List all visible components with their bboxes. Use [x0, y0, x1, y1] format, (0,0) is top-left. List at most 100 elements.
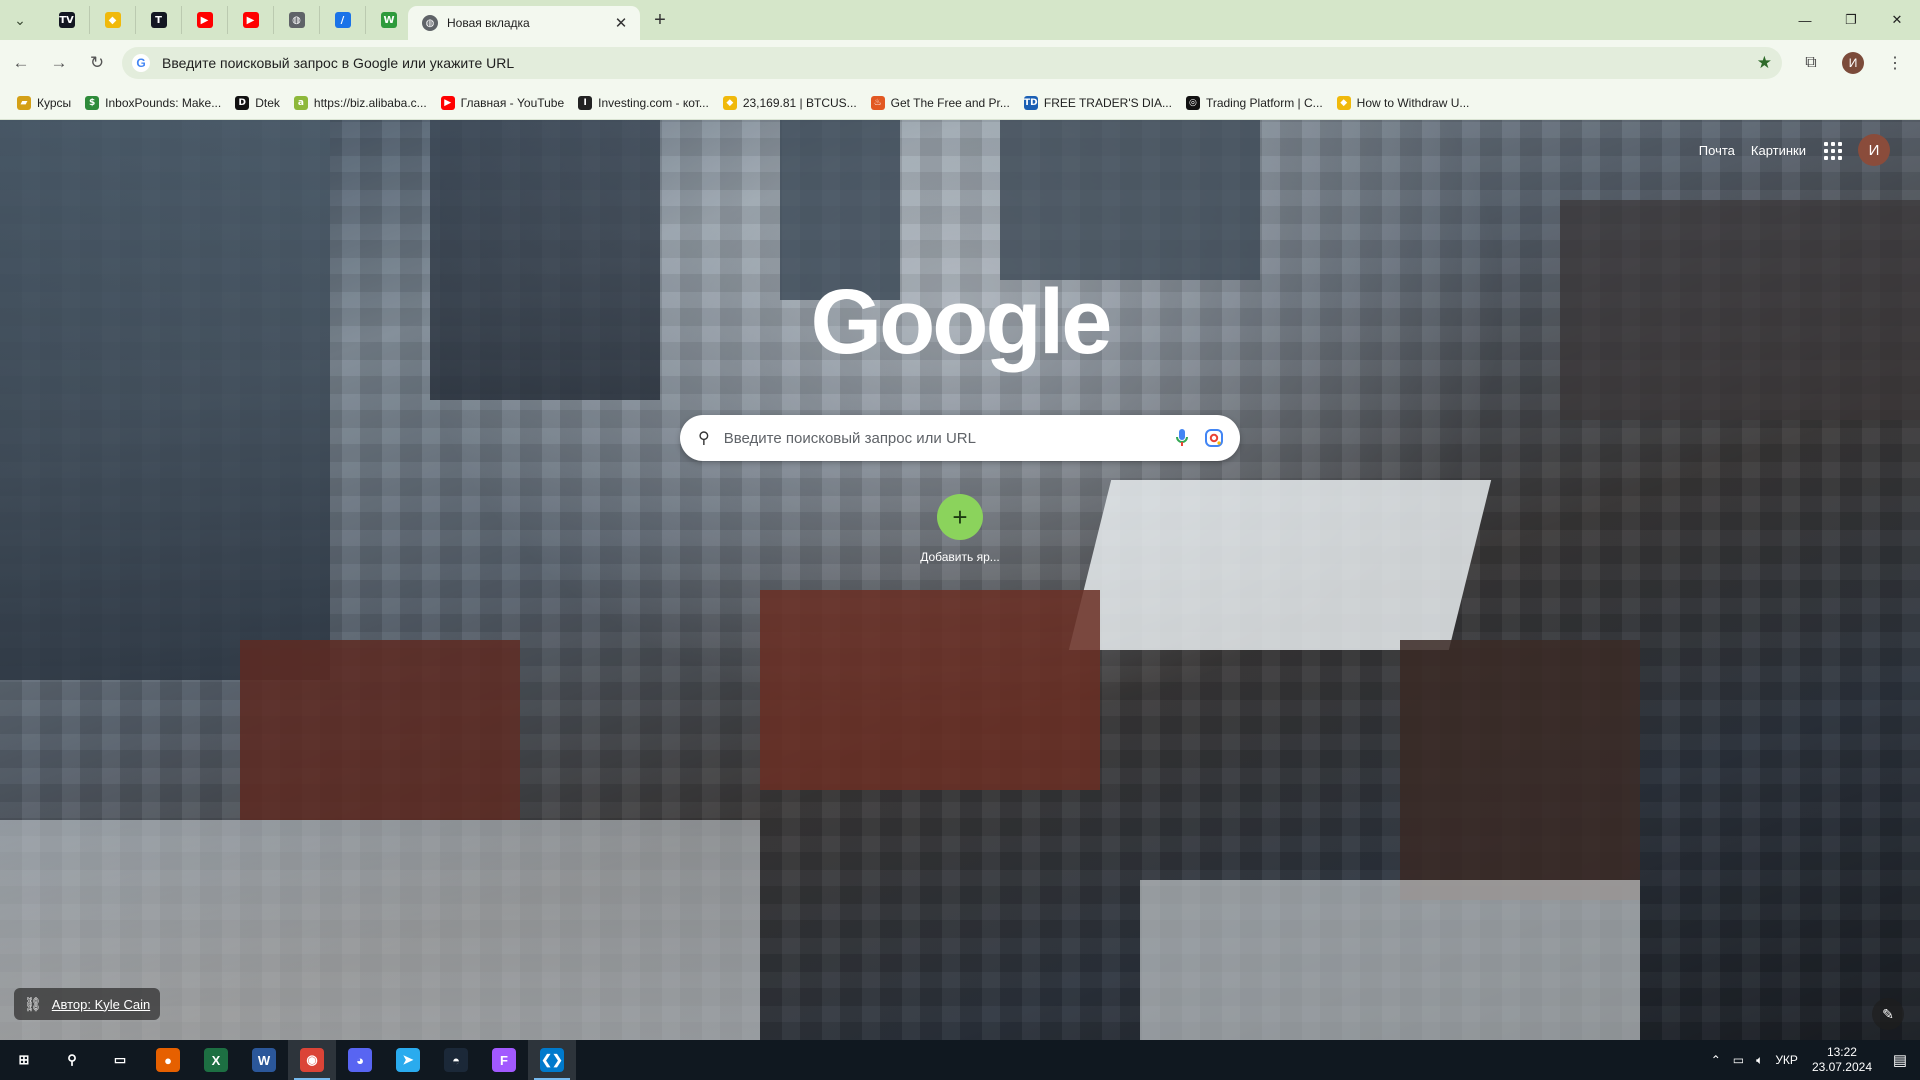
address-bar-text: Введите поисковый запрос в Google или ук…: [162, 55, 515, 71]
extensions-button[interactable]: ⧉: [1794, 46, 1828, 80]
volume-icon[interactable]: 🔈︎: [1750, 1040, 1769, 1080]
taskbar-app[interactable]: ◉: [288, 1040, 336, 1080]
pinned-tab[interactable]: ◆: [90, 6, 136, 34]
back-button[interactable]: ←: [4, 46, 38, 80]
background-building: [1400, 640, 1640, 900]
bookmark-item[interactable]: ◆ 23,169.81 | BTCUS...: [716, 90, 864, 116]
bookmark-label: Trading Platform | C...: [1205, 95, 1323, 110]
add-shortcut-tile[interactable]: + Добавить яр...: [920, 494, 1000, 564]
toolbar-right: ⧉ И ⋮: [1794, 46, 1912, 80]
avatar: И: [1842, 52, 1864, 74]
bookmark-item[interactable]: ▰ Курсы: [10, 90, 78, 116]
back-arrow-icon: ←: [12, 53, 30, 72]
taskbar-apps: ⊞ ⚲ ▭ ● X W ◉ ◕ ➤ ◓ F ❮❯: [0, 1040, 576, 1080]
flame-icon: ♨: [870, 95, 885, 110]
taskbar-app[interactable]: ❮❯: [528, 1040, 576, 1080]
bookmark-item[interactable]: a https://biz.alibaba.c...: [287, 90, 434, 116]
chrome-tab-icon: ◍: [422, 15, 438, 31]
bookmark-item[interactable]: ♨ Get The Free and Pr...: [864, 90, 1017, 116]
bookmark-label: InboxPounds: Make...: [105, 95, 222, 110]
bookmark-item[interactable]: $ InboxPounds: Make...: [78, 90, 228, 116]
taskbar-app[interactable]: ▭: [96, 1040, 144, 1080]
pinned-tab[interactable]: ▶: [182, 6, 228, 34]
taskbar-app[interactable]: X: [192, 1040, 240, 1080]
bookmark-label: Dtek: [255, 95, 280, 110]
restore-button[interactable]: ❐: [1828, 0, 1874, 40]
folder-icon: ▰: [17, 95, 31, 110]
taskbar-app[interactable]: F: [480, 1040, 528, 1080]
platform-icon: ◎: [1185, 95, 1200, 110]
bookmark-label: 23,169.81 | BTCUS...: [742, 95, 857, 110]
microphone-icon[interactable]: [1170, 426, 1194, 450]
google-lens-icon[interactable]: [1202, 426, 1226, 450]
language-indicator[interactable]: УКР: [1769, 1040, 1804, 1080]
bookmark-item[interactable]: TD FREE TRADER'S DIA...: [1017, 90, 1179, 116]
background-author-link[interactable]: ⛓ Автор: Kyle Cain: [14, 988, 161, 1020]
pencil-icon: ✎: [1882, 1005, 1894, 1022]
bookmark-label: FREE TRADER'S DIA...: [1043, 95, 1172, 110]
inboxpounds-icon: $: [85, 95, 100, 110]
plus-icon: +: [937, 494, 983, 540]
bookmark-item[interactable]: ◆ How to Withdraw U...: [1330, 90, 1477, 116]
taskbar-app[interactable]: ➤: [384, 1040, 432, 1080]
tab-new-tab[interactable]: ◍ Новая вкладка ✕: [408, 6, 640, 40]
pinned-tab[interactable]: T: [136, 6, 182, 34]
close-window-button[interactable]: ✕: [1874, 0, 1920, 40]
taskbar-app[interactable]: ⊞: [0, 1040, 48, 1080]
clock-date: 23.07.2024: [1811, 1060, 1872, 1074]
network-icon[interactable]: ▭: [1727, 1040, 1750, 1080]
taskbar-app[interactable]: ⚲: [48, 1040, 96, 1080]
background-building: [760, 590, 1100, 790]
telegram-icon: ➤: [396, 1048, 420, 1072]
firefox-icon: ●: [156, 1048, 180, 1072]
taskbar-app[interactable]: W: [240, 1040, 288, 1080]
profile-button[interactable]: И: [1836, 46, 1870, 80]
search-input[interactable]: [723, 429, 1164, 447]
bookmark-item[interactable]: D Dtek: [228, 90, 287, 116]
excel-icon: X: [204, 1048, 228, 1072]
vscode-icon: ❮❯: [540, 1048, 564, 1072]
bookmark-item[interactable]: ◎ Trading Platform | C...: [1179, 90, 1330, 116]
pinned-tab[interactable]: /: [320, 6, 366, 34]
w-icon: W: [381, 12, 397, 28]
close-icon[interactable]: ✕: [612, 14, 630, 32]
menu-button[interactable]: ⋮: [1878, 46, 1912, 80]
gmail-link[interactable]: Почта: [1699, 143, 1735, 158]
apps-grid-icon[interactable]: [1822, 140, 1842, 160]
youtube-icon: ▶: [196, 12, 213, 28]
system-tray: ⌃ ▭ 🔈︎ УКР 13:22 23.07.2024 ▤: [1705, 1040, 1920, 1080]
notifications-icon[interactable]: ▤: [1880, 1040, 1920, 1080]
address-bar[interactable]: G Введите поисковый запрос в Google или …: [122, 47, 1782, 79]
reload-button[interactable]: ↻: [80, 46, 114, 80]
images-link[interactable]: Картинки: [1751, 143, 1806, 158]
search-icon: ⚲: [67, 1052, 77, 1067]
pinned-tab[interactable]: ▶: [228, 6, 274, 34]
tradingview-icon-2: T: [150, 12, 167, 28]
pinned-tab[interactable]: TV: [44, 6, 90, 34]
alibaba-icon: a: [293, 95, 308, 110]
tab-search-button[interactable]: ⌄: [8, 8, 32, 32]
bookmark-item[interactable]: I Investing.com - кот...: [571, 90, 716, 116]
dtek-icon: D: [235, 95, 250, 110]
reload-icon: ↻: [89, 53, 105, 72]
pinned-tab[interactable]: W: [366, 6, 412, 34]
chevron-up-icon[interactable]: ⌃: [1705, 1040, 1727, 1080]
search-icon: ⚲: [698, 430, 710, 447]
search-box[interactable]: ⚲: [680, 415, 1240, 461]
clock[interactable]: 13:22 23.07.2024: [1804, 1045, 1880, 1075]
taskbar-app[interactable]: ◓: [432, 1040, 480, 1080]
taskbar-app[interactable]: ◕: [336, 1040, 384, 1080]
plus-icon: +: [654, 8, 666, 31]
google-logo: Google: [810, 271, 1113, 373]
link-icon: ⛓: [24, 995, 42, 1012]
bookmark-item[interactable]: ▶ Главная - YouTube: [434, 90, 572, 116]
new-tab-button[interactable]: +: [648, 8, 672, 32]
account-avatar[interactable]: И: [1858, 134, 1890, 166]
investing-icon: I: [578, 95, 593, 110]
customize-chrome-button[interactable]: ✎: [1872, 998, 1904, 1030]
minimize-button[interactable]: —: [1782, 0, 1828, 40]
forward-button[interactable]: →: [42, 46, 76, 80]
pinned-tab[interactable]: ◍: [274, 6, 320, 34]
taskbar-app[interactable]: ●: [144, 1040, 192, 1080]
bookmark-star-icon[interactable]: ★: [1757, 53, 1772, 73]
